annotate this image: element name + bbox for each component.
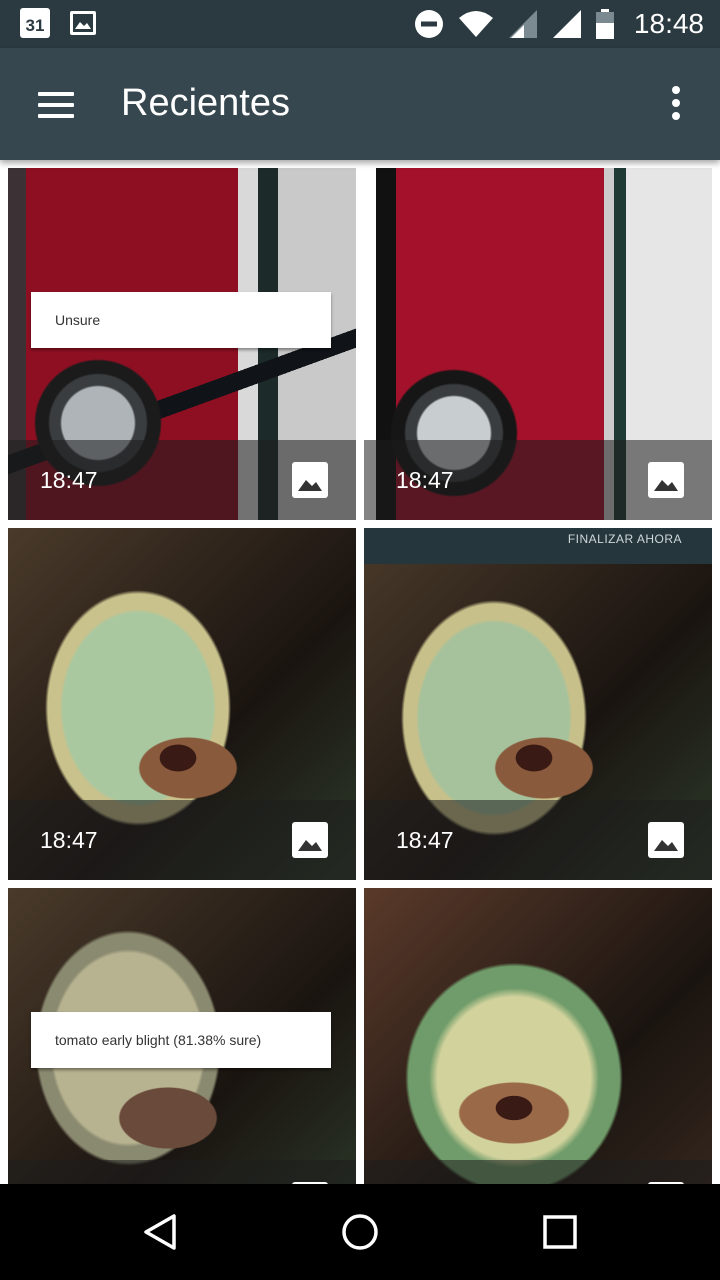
image-icon bbox=[292, 822, 328, 858]
result-label: tomato early blight (81.38% sure) bbox=[31, 1012, 331, 1068]
status-bar: 31 18:48 bbox=[0, 0, 720, 48]
thumbnail-time: 18:47 bbox=[396, 827, 454, 853]
finalize-banner: FINALIZAR AHORA bbox=[364, 528, 712, 564]
image-icon bbox=[648, 462, 684, 498]
signal-icon bbox=[552, 10, 581, 38]
thumbnail-time: 18:47 bbox=[40, 827, 98, 853]
back-icon[interactable] bbox=[140, 1212, 180, 1252]
hamburger-menu-icon[interactable] bbox=[38, 92, 74, 118]
thumbnail-image bbox=[364, 888, 712, 1184]
grid-item[interactable]: Unsure 18:47 bbox=[8, 168, 356, 520]
do-not-disturb-icon bbox=[414, 10, 443, 38]
thumbnail-overlay bbox=[8, 1160, 356, 1184]
grid-item[interactable]: 18:47 bbox=[364, 168, 712, 520]
wifi-icon bbox=[458, 11, 493, 37]
grid-item[interactable] bbox=[364, 888, 712, 1184]
grid-item[interactable]: 18:47 bbox=[8, 528, 356, 880]
home-icon[interactable] bbox=[340, 1212, 380, 1252]
signal-icon bbox=[508, 10, 537, 38]
image-icon bbox=[648, 822, 684, 858]
image-icon bbox=[292, 462, 328, 498]
grid-item[interactable]: FINALIZAR AHORA 18:47 bbox=[364, 528, 712, 880]
image-notification-icon bbox=[70, 11, 96, 35]
page-title: Recientes bbox=[121, 82, 290, 124]
thumbnail-overlay bbox=[364, 1160, 712, 1184]
status-time: 18:48 bbox=[633, 8, 704, 39]
thumbnail-time: 18:47 bbox=[40, 467, 98, 493]
grid-item[interactable]: tomato early blight (81.38% sure) bbox=[8, 888, 356, 1184]
calendar-icon: 31 bbox=[20, 8, 50, 38]
battery-icon bbox=[595, 9, 614, 39]
thumbnail-time: 18:47 bbox=[396, 467, 454, 493]
app-bar: Recientes bbox=[0, 48, 720, 160]
recents-icon[interactable] bbox=[540, 1212, 580, 1252]
recent-images-grid: Unsure 18:47 18:47 18:47 FINALIZAR AHORA… bbox=[0, 160, 720, 1184]
result-label: Unsure bbox=[31, 292, 331, 348]
navigation-bar bbox=[0, 1184, 720, 1280]
more-vert-icon[interactable] bbox=[670, 86, 682, 122]
